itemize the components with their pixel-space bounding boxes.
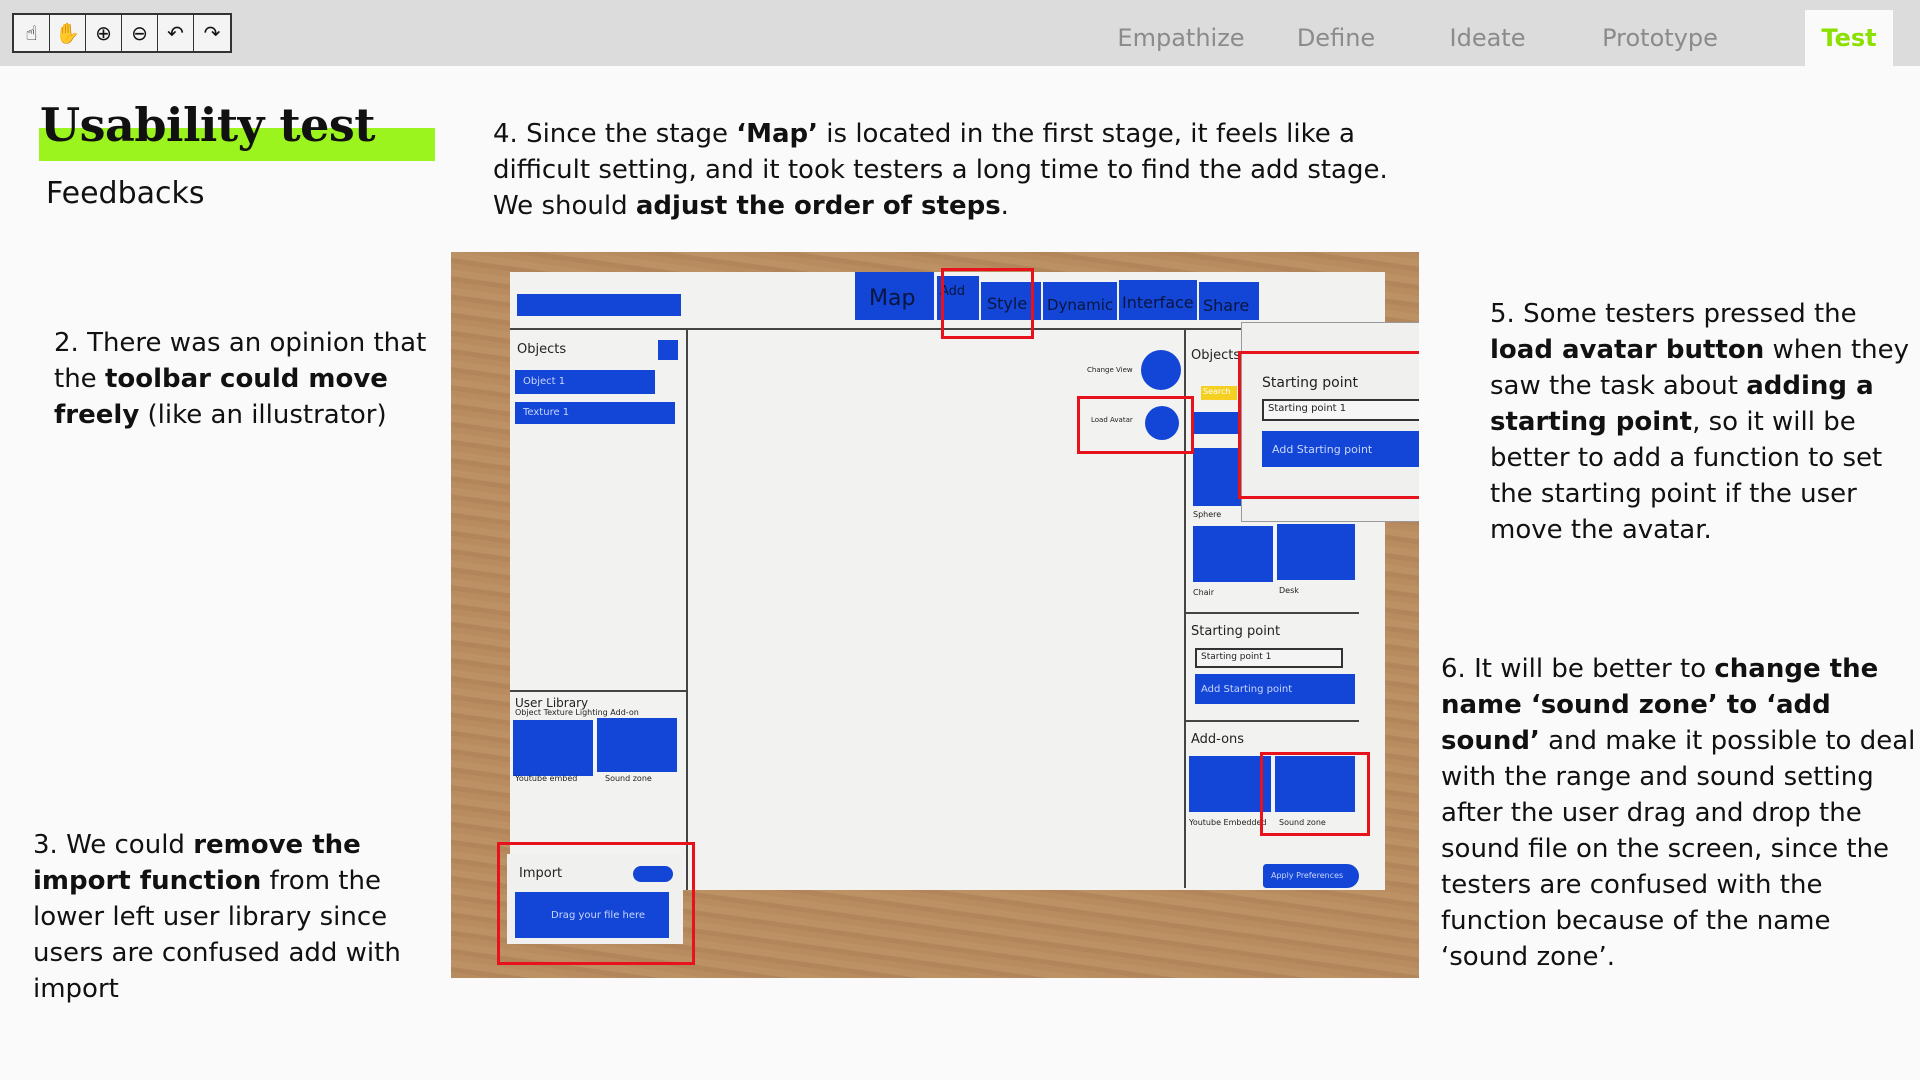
highlight-sound-zone xyxy=(1260,752,1370,836)
tab-prototype[interactable]: Prototype xyxy=(1565,10,1755,66)
tab-test[interactable]: Test xyxy=(1805,10,1893,66)
highlight-load-avatar xyxy=(1077,396,1194,454)
zoom-out-icon[interactable]: ⊖ xyxy=(122,15,158,51)
zoom-in-icon[interactable]: ⊕ xyxy=(86,15,122,51)
feedback-note-6: 6. It will be better to change the name … xyxy=(1441,654,1916,972)
feedback-note-4: 4. Since the stage ‘Map’ is located in t… xyxy=(493,119,1388,221)
pan-hand-icon[interactable]: ✋ xyxy=(50,15,86,51)
stage-tabs: Empathize Define Ideate Prototype Test xyxy=(1100,10,1893,66)
page-subtitle: Feedbacks xyxy=(46,176,205,211)
feedback-note-3: 3. We could remove the import function f… xyxy=(33,830,401,1004)
prototype-toolbar xyxy=(517,294,681,316)
feedback-note-5: 5. Some testers pressed the load avatar … xyxy=(1490,299,1910,545)
tab-ideate[interactable]: Ideate xyxy=(1410,10,1565,66)
paper-prototype-photo: Map Add Style Dynamic Interface Share Ob… xyxy=(451,252,1419,978)
highlight-import xyxy=(497,842,695,965)
toolbar: ☝ ✋ ⊕ ⊖ ↶ ↷ xyxy=(12,13,232,53)
tab-empathize[interactable]: Empathize xyxy=(1100,10,1262,66)
undo-icon[interactable]: ↶ xyxy=(158,15,194,51)
redo-icon[interactable]: ↷ xyxy=(194,15,230,51)
page-title: Usability test xyxy=(40,98,376,152)
highlight-starting-point xyxy=(1238,351,1419,499)
feedback-note-2: 2. There was an opinion that the toolbar… xyxy=(54,328,427,430)
highlight-map-tab xyxy=(941,268,1034,339)
pointer-hand-icon[interactable]: ☝ xyxy=(14,15,50,51)
top-bar: ☝ ✋ ⊕ ⊖ ↶ ↷ Empathize Define Ideate Prototype… xyxy=(0,0,1920,66)
tab-define[interactable]: Define xyxy=(1262,10,1410,66)
